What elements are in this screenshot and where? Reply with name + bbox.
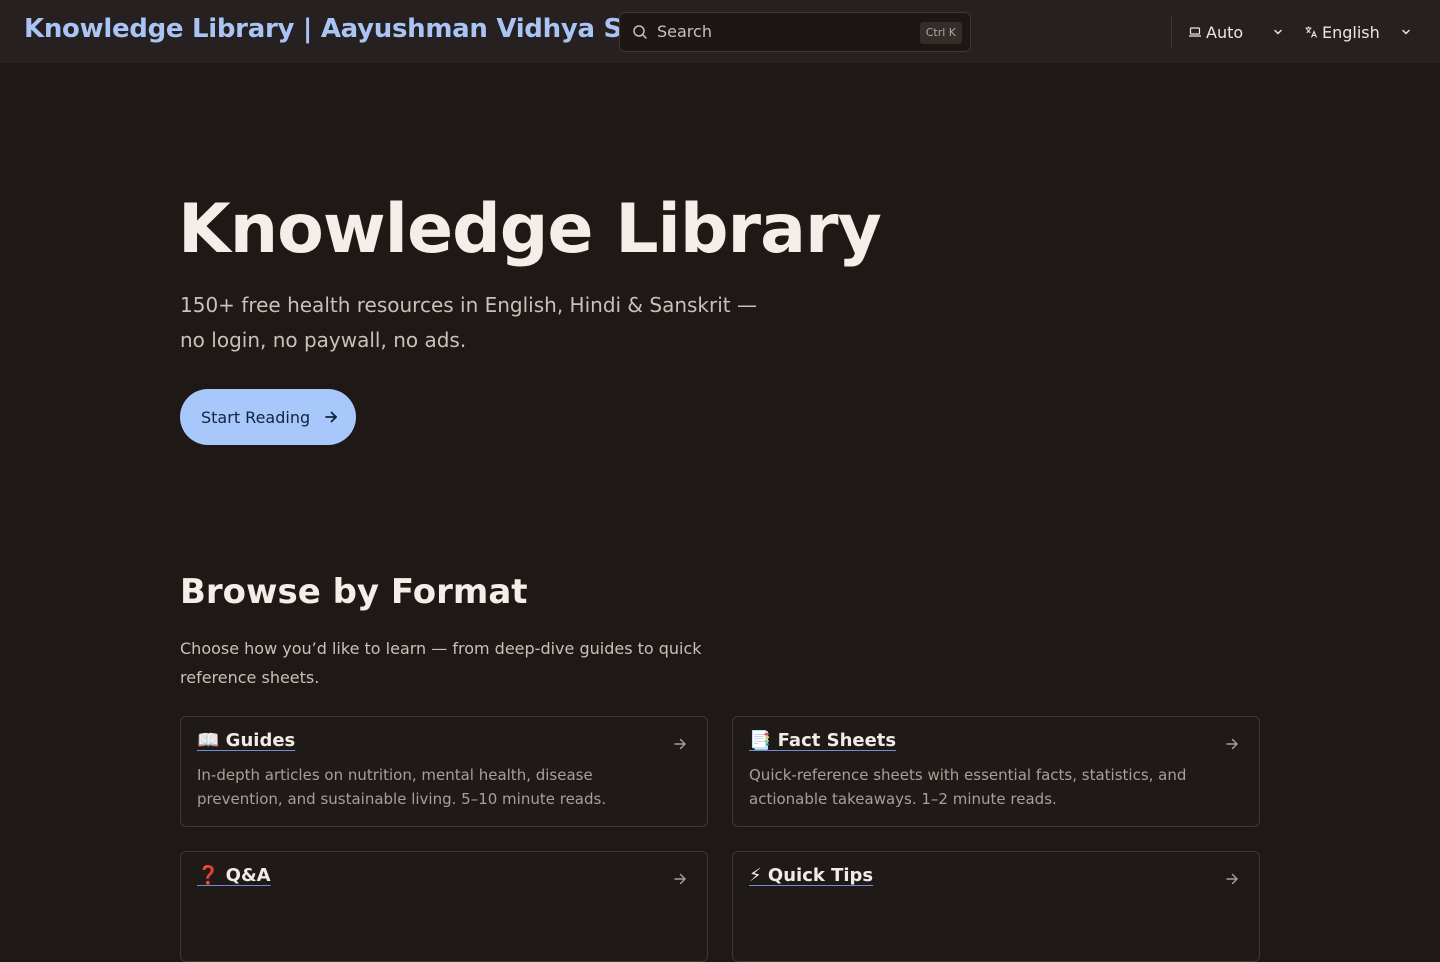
translate-icon [1305,26,1318,38]
top-navbar: Knowledge Library | Aayushman Vidhya Soc… [0,0,1440,63]
format-card-fact-sheets[interactable]: 📑 Fact Sheets Quick-reference sheets wit… [732,716,1260,827]
search-shortcut-badge: Ctrl K [919,22,962,44]
chevron-down-icon [1402,29,1410,35]
browse-section-subtitle: Choose how you’d like to learn — from de… [180,639,702,687]
start-reading-button[interactable]: Start Reading [180,389,356,445]
arrow-right-icon [325,411,338,423]
laptop-icon [1189,27,1201,37]
site-title-link[interactable]: Knowledge Library | Aayushman Vidhya Soc… [24,14,710,44]
format-card-quick-tips[interactable]: ⚡ Quick Tips [732,851,1260,962]
search-box[interactable]: Search Ctrl K [619,12,971,52]
search-placeholder: Search [657,22,712,41]
card-description: Quick-reference sheets with essential fa… [749,766,1187,808]
card-title: 📑 Fact Sheets [749,730,897,751]
hero-subtitle: 150+ free health resources in English, H… [180,293,757,352]
card-title: 📖 Guides [197,730,296,751]
card-title: ❓ Q&A [197,865,271,886]
hero-title: Knowledge Library [178,190,882,269]
card-description: In-depth articles on nutrition, mental h… [197,766,607,808]
browse-section-title: Browse by Format [180,572,528,612]
arrow-right-icon [1226,873,1238,885]
theme-select[interactable]: Auto [1188,20,1286,44]
arrow-right-icon [674,738,686,750]
search-icon [633,25,647,39]
chevron-down-icon [1274,29,1282,35]
format-card-guides[interactable]: 📖 Guides In-depth articles on nutrition,… [180,716,708,827]
card-title: ⚡ Quick Tips [749,865,874,886]
format-card-qa[interactable]: ❓ Q&A [180,851,708,962]
language-select-value: English [1322,22,1380,42]
header-divider [1171,16,1172,48]
arrow-right-icon [674,873,686,885]
start-reading-label: Start Reading [201,407,311,427]
language-select[interactable]: English [1304,20,1414,44]
arrow-right-icon [1226,738,1238,750]
theme-select-value: Auto [1206,22,1244,42]
